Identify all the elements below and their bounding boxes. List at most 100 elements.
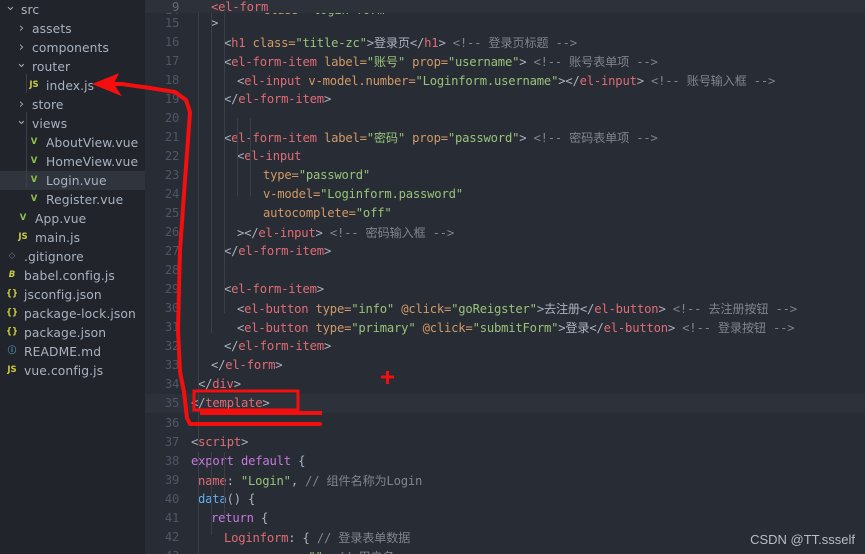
- sidebar-item-login-vue[interactable]: V Login.vue: [0, 171, 145, 190]
- sidebar-item-src[interactable]: ⌄ src: [0, 0, 145, 19]
- code-token: el-button: [594, 302, 659, 317]
- code-line[interactable]: 27 </el-form-item>: [145, 242, 865, 261]
- code-token: el-button: [603, 321, 668, 336]
- sidebar-item-package-lock-json[interactable]: {} package-lock.json: [0, 304, 145, 323]
- code-token: "": [308, 550, 322, 554]
- sidebar-item-index-js[interactable]: JS index.js: [0, 76, 145, 95]
- code-line[interactable]: 33 </el-form>: [145, 356, 865, 375]
- code-line[interactable]: 43username: "", // 用户名: [145, 546, 865, 554]
- sidebar-item-babel-config-js[interactable]: Bbabel.config.js: [0, 266, 145, 285]
- sidebar-item-package-json[interactable]: {} package.json: [0, 323, 145, 342]
- line-number: 34: [164, 377, 179, 392]
- code-line[interactable]: 32 </el-form-item>: [145, 337, 865, 356]
- code-line[interactable]: 20: [145, 108, 865, 127]
- code-line[interactable]: 21 <el-form-item label="密码" prop="passwor…: [145, 127, 865, 146]
- code-line[interactable]: 36: [145, 413, 865, 432]
- code-line[interactable]: 24 v-model="Loginform.password": [145, 184, 865, 203]
- code-line[interactable]: 19 </el-form-item>: [145, 89, 865, 108]
- code-line[interactable]: 34 </div>: [145, 375, 865, 394]
- sidebar-item-router[interactable]: ⌄ router: [0, 57, 145, 76]
- code-line[interactable]: 40 data() {: [145, 489, 865, 508]
- code-line[interactable]: 28: [145, 261, 865, 280]
- code-line[interactable]: 22 <el-input: [145, 146, 865, 165]
- sidebar-item-app-vue[interactable]: V App.vue: [0, 209, 145, 228]
- chevron-right-icon[interactable]: ›: [15, 98, 28, 111]
- code-token: el-form: [225, 358, 276, 373]
- code-token: @click=: [422, 321, 473, 336]
- code-content: <script>: [191, 435, 865, 449]
- code-line[interactable]: 23 type="password": [145, 165, 865, 184]
- code-content: <el-form: [191, 0, 865, 13]
- sidebar-item-vue-config-js[interactable]: JS vue.config.js: [0, 361, 145, 380]
- code-token: >: [233, 377, 241, 392]
- code-line[interactable]: 38 export default {: [145, 451, 865, 470]
- file-type-icon: V: [30, 137, 38, 148]
- code-line[interactable]: 17 <el-form-item label="账号" prop="usernam…: [145, 51, 865, 70]
- sidebar-item-register-vue[interactable]: V Register.vue: [0, 190, 145, 209]
- sticky-scroll-header[interactable]: 9 <el-form: [145, 0, 865, 13]
- code-token: prop=: [412, 130, 448, 145]
- chevron-down-icon[interactable]: ⌄: [4, 0, 17, 13]
- line-number: 19: [164, 91, 179, 106]
- sidebar-item-homeview-vue[interactable]: V HomeView.vue: [0, 152, 145, 171]
- code-line[interactable]: 25 autocomplete="off": [145, 203, 865, 222]
- code-line[interactable]: 30 <el-button type="info" @click="goReigs…: [145, 299, 865, 318]
- vscode-window: ⌄ src › assets › components ⌄ router JS index.js ›…: [0, 0, 865, 554]
- line-number: 40: [164, 491, 179, 506]
- code-token: el-form-item: [231, 130, 317, 145]
- line-number: 32: [164, 339, 179, 354]
- file-tree-label: vue.config.js: [24, 363, 104, 378]
- code-token: >: [658, 302, 666, 317]
- code-token: >: [667, 321, 676, 336]
- file-tree-label: assets: [32, 21, 72, 36]
- sidebar-item-views[interactable]: ⌄ views: [0, 114, 145, 133]
- sidebar-item-readme-md[interactable]: ⓘ README.md: [0, 342, 145, 361]
- chevron-down-icon[interactable]: ⌄: [15, 57, 28, 70]
- sidebar-item-store[interactable]: › store: [0, 95, 145, 114]
- code-token: >: [438, 35, 446, 50]
- sidebar-item-components[interactable]: › components: [0, 38, 145, 57]
- code-content: return {: [191, 511, 865, 525]
- file-type-icon: {}: [5, 327, 19, 338]
- sidebar-item-assets[interactable]: › assets: [0, 19, 145, 38]
- sidebar-item-main-js[interactable]: JS main.js: [0, 228, 145, 247]
- sidebar-item-gitignore[interactable]: ◇ .gitignore: [0, 247, 145, 266]
- code-token: >: [315, 226, 323, 241]
- code-line[interactable]: 35 </template>: [145, 393, 865, 413]
- line-number: 41: [164, 510, 179, 525]
- code-line[interactable]: 26 ></el-input> <!-- 密码输入框 -->: [145, 223, 865, 242]
- file-explorer-sidebar: ⌄ src › assets › components ⌄ router JS index.js ›…: [0, 0, 145, 554]
- code-token: </: [579, 302, 595, 317]
- code-token: <el-form: [211, 0, 269, 13]
- code-token: </: [565, 73, 580, 88]
- code-line[interactable]: 41 return {: [145, 508, 865, 527]
- code-token: "password": [298, 167, 371, 182]
- sidebar-item-jsconfig-json[interactable]: {} jsconfig.json: [0, 285, 145, 304]
- code-token: div: [212, 377, 234, 392]
- code-token: >: [636, 73, 644, 88]
- code-token: el-form-item: [231, 54, 317, 69]
- code-line[interactable]: 18 <el-input v-model.number="Loginform.us…: [145, 70, 865, 89]
- code-token: "username": [447, 54, 520, 69]
- sidebar-item-aboutview-vue[interactable]: V AboutView.vue: [0, 133, 145, 152]
- code-line[interactable]: 37 <script>: [145, 432, 865, 451]
- indent-guide: [26, 74, 27, 93]
- code-line[interactable]: 31 <el-button type="primary" @click="subm…: [145, 318, 865, 337]
- code-token: "goReigster": [451, 302, 537, 317]
- code-line[interactable]: 16 <h1 class="title-zc">登录页</h1> <!-- 登录页…: [145, 32, 865, 51]
- code-editor[interactable]: 15 >16 <h1 class="title-zc">登录页</h1> <!-- …: [145, 0, 865, 554]
- code-token: type=: [315, 321, 352, 336]
- chevron-right-icon[interactable]: ›: [15, 22, 28, 35]
- file-tree-label: jsconfig.json: [24, 287, 102, 302]
- code-line[interactable]: 39 name: "Login", // 组件名称为Login: [145, 470, 865, 489]
- chevron-right-icon[interactable]: ›: [15, 41, 28, 54]
- indent-guide: [224, 13, 225, 313]
- code-line[interactable]: 29 <el-form-item>: [145, 280, 865, 299]
- code-content: <h1 class="title-zc">登录页</h1> <!-- 登录页标题…: [191, 33, 865, 51]
- code-token: type=: [315, 302, 352, 317]
- file-type-icon: ⓘ: [7, 346, 17, 357]
- code-token: <!-- 密码表单项 -->: [533, 130, 658, 145]
